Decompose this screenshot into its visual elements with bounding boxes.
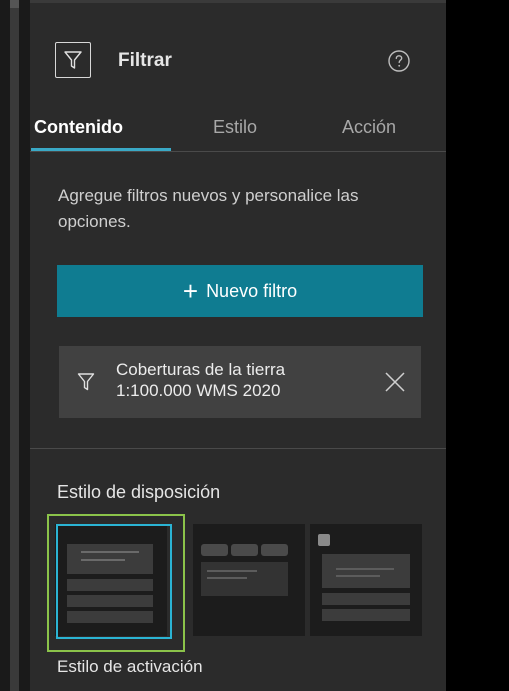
layout-option-icon-list[interactable]	[310, 524, 422, 636]
preview-card	[201, 562, 288, 596]
layout-option-tabs[interactable]	[193, 524, 305, 636]
scrollbar-track[interactable]	[10, 0, 19, 691]
tab-bar: Contenido Estilo Acción	[30, 115, 446, 152]
tab-estilo[interactable]: Estilo	[213, 117, 257, 138]
tab-accion[interactable]: Acción	[342, 117, 396, 138]
preview-icon	[318, 534, 330, 546]
tab-contenido[interactable]: Contenido	[34, 117, 123, 138]
help-icon[interactable]	[387, 49, 411, 73]
layout-style-title: Estilo de disposición	[57, 482, 221, 502]
right-blank-area	[446, 0, 509, 691]
new-filter-label: Nuevo filtro	[206, 280, 298, 301]
activation-style-title: Estilo de activación	[57, 657, 203, 676]
active-tab-indicator	[31, 148, 171, 151]
filter-item-subtitle: 1:100.000 WMS 2020	[116, 381, 281, 400]
panel-header: Filtrar	[30, 40, 446, 84]
selection-focus-ring	[56, 524, 172, 639]
preview-tab	[261, 544, 288, 556]
filter-icon	[77, 372, 95, 392]
new-filter-button[interactable]: + Nuevo filtro	[57, 265, 423, 317]
panel-top-border	[30, 0, 446, 3]
filter-list-item[interactable]: Coberturas de la tierra 1:100.000 WMS 20…	[59, 346, 421, 418]
preview-tab	[231, 544, 258, 556]
filter-settings-panel: Filtrar Contenido Estilo Acción Agregue …	[30, 0, 446, 691]
preview-tab	[201, 544, 228, 556]
filter-item-title: Coberturas de la tierra	[116, 360, 286, 379]
filter-item-label: Coberturas de la tierra 1:100.000 WMS 20…	[116, 359, 356, 401]
content-description: Agregue filtros nuevos y personalice las…	[58, 186, 359, 231]
section-divider	[30, 448, 446, 449]
close-icon[interactable]	[384, 371, 406, 393]
filter-icon	[55, 42, 91, 78]
preview-card	[322, 554, 410, 588]
preview-row	[322, 593, 410, 605]
scrollbar-thumb[interactable]	[10, 0, 19, 8]
panel-title: Filtrar	[118, 50, 172, 71]
left-scroll-rail[interactable]	[0, 0, 30, 691]
plus-icon: +	[182, 276, 199, 306]
preview-row	[322, 609, 410, 621]
